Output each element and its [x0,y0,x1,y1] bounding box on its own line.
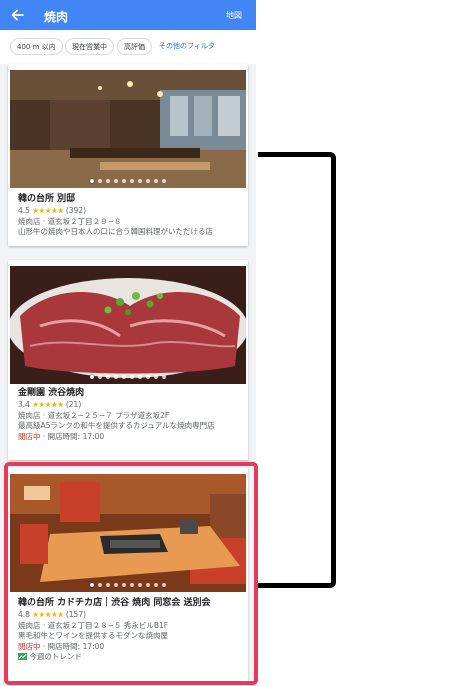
description: 山形牛の焼肉や日本人の口に合う韓国料理がいただける店 [18,227,213,236]
arrow-back-icon[interactable] [6,4,28,26]
review-count: (21) [65,400,82,409]
restaurant-photo[interactable] [10,70,246,188]
result-card[interactable]: 金剛園 渋谷焼肉 3.4 ★★★★★ (21) 焼肉店 · 道玄坂２−２５−７ … [8,260,248,460]
rating-value: 4.5 [18,206,30,215]
open-status-row: 閉店中 · 開店時間: 17:00 [18,432,242,443]
annotation-connector-line [258,152,336,588]
address: 焼肉店 · 道玄坂２丁目２９−８ [18,216,122,226]
photo-carousel-dots[interactable] [10,179,246,183]
rating-value: 3.4 [18,400,30,409]
restaurant-info: 金剛園 渋谷焼肉 3.4 ★★★★★ (21) 焼肉店 · 道玄坂２−２５−７ … [18,387,242,442]
rating-row: 3.4 ★★★★★ (21) [18,400,242,411]
opening-hours: · 開店時間: 17:00 [40,431,105,441]
star-rating-icon: ★★★★★ [32,400,64,409]
restaurant-info: 韓の台所 別邸 4.5 ★★★★★ (392) 焼肉店 · 道玄坂２丁目２９−８… [18,193,242,238]
filter-chip-distance[interactable]: 400 m 以内 [10,38,63,55]
filter-bar: 400 m 以内 現在営業中 高評価 その他のフィルタ [0,30,256,64]
rating-row: 4.5 ★★★★★ (392) [18,206,242,217]
search-query-title[interactable]: 焼肉 [44,8,68,25]
app-bar: 焼肉 地図 [0,0,256,30]
more-filters-link[interactable]: その他のフィルタ [159,38,215,55]
closed-status: 閉店中 [18,431,41,441]
description: 最高級A5ランクの和牛を提供するカジュアルな焼肉専門店 [18,421,215,430]
restaurant-name[interactable]: 金剛園 渋谷焼肉 [18,387,242,400]
filter-chip-open-now[interactable]: 現在営業中 [65,38,114,55]
map-button[interactable]: 地図 [226,10,242,21]
filter-chip-top-rated[interactable]: 高評価 [117,38,152,55]
restaurant-photo[interactable] [10,266,246,384]
result-card[interactable]: 韓の台所 別邸 4.5 ★★★★★ (392) 焼肉店 · 道玄坂２丁目２９−８… [8,64,248,246]
address: 焼肉店 · 道玄坂２−２５−７ プラザ道玄坂2F [18,410,170,420]
review-count: (392) [65,206,87,215]
star-rating-icon: ★★★★★ [32,206,64,215]
photo-carousel-dots[interactable] [10,375,246,379]
highlight-box [4,462,258,685]
restaurant-name[interactable]: 韓の台所 別邸 [18,193,242,206]
